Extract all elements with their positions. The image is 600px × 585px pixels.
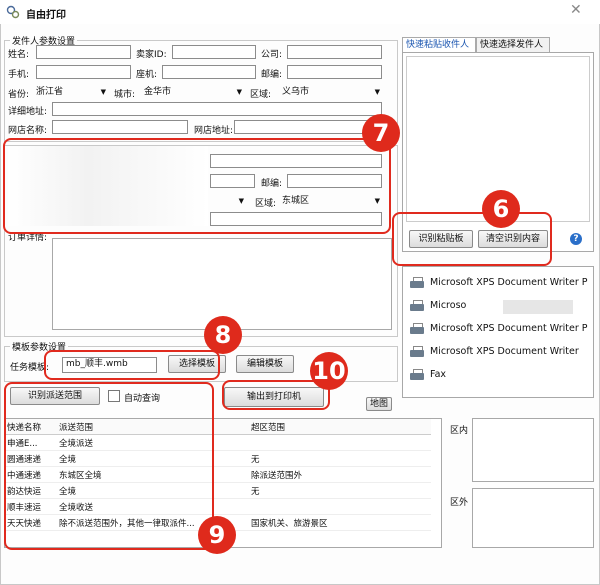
inside-region-label: 区内 (450, 426, 469, 436)
tab-paste-receiver[interactable]: 快速粘贴收件人 (402, 37, 476, 52)
district-select[interactable]: 义乌市 ▼ (282, 85, 382, 99)
name-input[interactable] (36, 45, 131, 59)
printer-icon (409, 276, 425, 290)
address-input[interactable] (52, 102, 382, 116)
annotation-badge-8: 8 (204, 316, 242, 354)
city-value: 金华市 (144, 87, 172, 97)
printer-item[interactable]: Microsoft XPS Document Writer P (409, 273, 588, 293)
table-cell: 除派送范围外 (249, 466, 431, 483)
postcode-input[interactable] (287, 65, 382, 79)
shop-url-input[interactable] (234, 120, 382, 134)
name-label: 姓名: (8, 50, 30, 60)
printer-name: Fax (430, 369, 447, 380)
printer-item[interactable]: Fax (409, 365, 446, 385)
shop-name-label: 网店名称: (8, 126, 48, 136)
map-button[interactable]: 地图 (366, 397, 392, 411)
printer-name: Microso (430, 300, 467, 311)
mobile-label: 手机: (8, 70, 30, 80)
annotation-box-9 (4, 382, 214, 550)
outside-region-textarea[interactable] (472, 488, 594, 548)
annotation-box-8 (44, 350, 220, 380)
printer-icon (409, 299, 425, 313)
seller-id-label: 卖家ID: (136, 50, 167, 60)
inside-region-textarea[interactable] (472, 418, 594, 482)
printer-item[interactable]: Microsoft XPS Document Writer (409, 342, 579, 362)
printer-name: Microsoft XPS Document Writer P (430, 277, 588, 288)
annotation-box-6 (392, 212, 552, 266)
chevron-down-icon: ▼ (236, 88, 242, 96)
shop-url-label: 网店地址: (194, 126, 234, 136)
landline-label: 座机: (136, 70, 158, 80)
province-label: 省份: (8, 90, 30, 100)
district-label: 区域: (250, 90, 272, 100)
annotation-badge-6: 6 (482, 190, 520, 228)
printer-icon (409, 345, 425, 359)
fax-icon (409, 368, 425, 382)
app-icon (6, 5, 20, 19)
printer-item[interactable]: Microsoft XPS Document Writer P (409, 319, 588, 339)
printer-name: Microsoft XPS Document Writer P (430, 323, 588, 334)
tab-select-sender[interactable]: 快速选择发件人 (476, 37, 550, 52)
printer-icon (409, 322, 425, 336)
title-bar (0, 0, 600, 24)
landline-input[interactable] (162, 65, 256, 79)
table-cell: 无 (249, 450, 431, 467)
annotation-badge-10: 10 (310, 352, 348, 390)
chevron-down-icon: ▼ (374, 88, 380, 96)
shop-name-input[interactable] (52, 120, 188, 134)
mobile-input[interactable] (36, 65, 131, 79)
close-icon[interactable]: ✕ (570, 2, 582, 18)
annotation-badge-7: 7 (362, 114, 400, 152)
column-header[interactable]: 超区范围 (249, 419, 431, 435)
city-label: 城市: (114, 90, 136, 100)
chevron-down-icon: ▼ (100, 88, 106, 96)
city-select[interactable]: 金华市 ▼ (144, 85, 244, 99)
province-select[interactable]: 浙江省 ▼ (36, 85, 108, 99)
redacted-area (503, 300, 573, 314)
table-cell: 无 (249, 482, 431, 499)
help-icon-glyph: ? (573, 234, 579, 244)
outside-region-label: 区外 (450, 498, 469, 508)
table-cell (249, 434, 431, 451)
help-icon[interactable]: ? (570, 233, 582, 245)
table-cell: 国家机关、旅游景区 (249, 514, 431, 531)
annotation-box-7 (3, 138, 391, 234)
printer-list: Microsoft XPS Document Writer P Microso … (402, 266, 594, 398)
annotation-badge-9: 9 (198, 516, 236, 554)
seller-id-input[interactable] (172, 45, 256, 59)
company-input[interactable] (287, 45, 382, 59)
edit-template-button[interactable]: 编辑模板 (236, 355, 294, 373)
province-value: 浙江省 (36, 87, 64, 97)
address-label: 详细地址: (8, 107, 48, 117)
printer-name: Microsoft XPS Document Writer (430, 346, 579, 357)
district-value: 义乌市 (282, 87, 310, 97)
postcode-label: 邮编: (261, 70, 283, 80)
table-cell (249, 498, 431, 515)
printer-item[interactable]: Microso (409, 296, 466, 316)
window-title: 自由打印 (26, 10, 66, 21)
company-label: 公司: (261, 50, 283, 60)
